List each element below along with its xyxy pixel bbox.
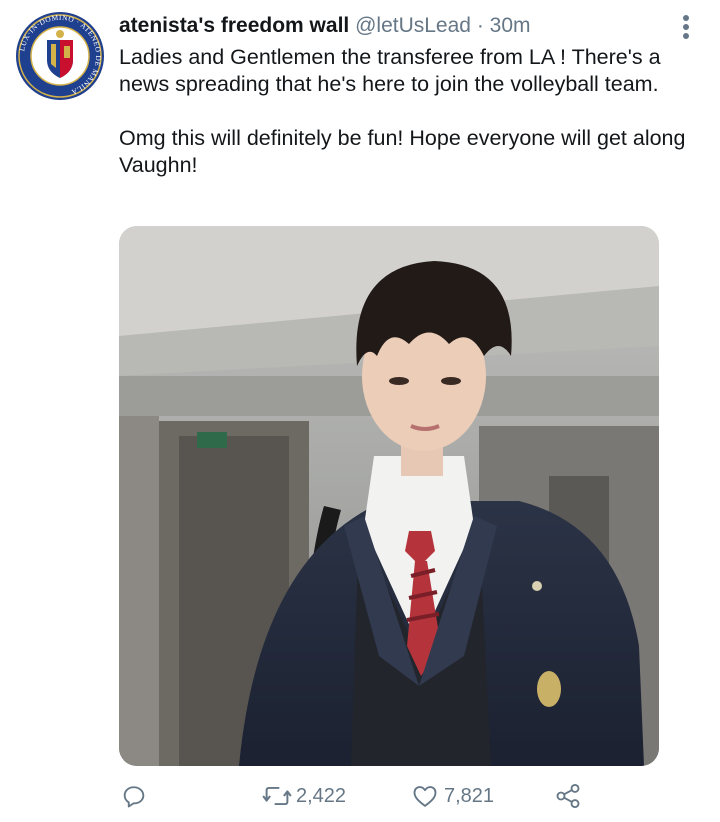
separator-dot: · bbox=[476, 14, 484, 37]
reply-icon bbox=[123, 786, 145, 808]
avatar[interactable]: LUX·IN·DOMINO · ATENEO DE MANILA bbox=[14, 10, 106, 102]
heart-icon bbox=[413, 786, 437, 807]
retweet-icon bbox=[262, 786, 292, 806]
author-handle[interactable]: @letUsLead bbox=[355, 14, 471, 37]
share-icon bbox=[556, 783, 580, 809]
ateneo-seal-logo: LUX·IN·DOMINO · ATENEO DE MANILA bbox=[14, 10, 106, 102]
like-count: 7,821 bbox=[444, 784, 495, 807]
retweet-button[interactable]: 2,422 bbox=[262, 776, 346, 816]
more-options-button[interactable] bbox=[672, 12, 700, 44]
tweet-card[interactable]: LUX·IN·DOMINO · ATENEO DE MANILA atenist… bbox=[0, 0, 720, 822]
tweet-actions: 2,422 7,821 bbox=[0, 776, 720, 816]
tweet-text: Ladies and Gentlemen the transferee from… bbox=[119, 44, 704, 179]
author-name[interactable]: atenista's freedom wall bbox=[119, 14, 349, 37]
photo-student-in-uniform bbox=[119, 226, 659, 766]
tweet-header: atenista's freedom wall @letUsLead · 30m bbox=[119, 13, 531, 39]
like-button[interactable]: 7,821 bbox=[410, 776, 494, 816]
share-button[interactable] bbox=[554, 776, 582, 816]
reply-button[interactable] bbox=[120, 776, 148, 816]
tweet-media-image[interactable] bbox=[119, 226, 659, 766]
timestamp[interactable]: 30m bbox=[490, 14, 531, 37]
more-vertical-icon bbox=[683, 15, 689, 39]
tweet-paragraph: Omg this will definitely be fun! Hope ev… bbox=[119, 126, 686, 177]
retweet-count: 2,422 bbox=[296, 784, 347, 807]
tweet-paragraph: Ladies and Gentlemen the transferee from… bbox=[119, 45, 661, 96]
